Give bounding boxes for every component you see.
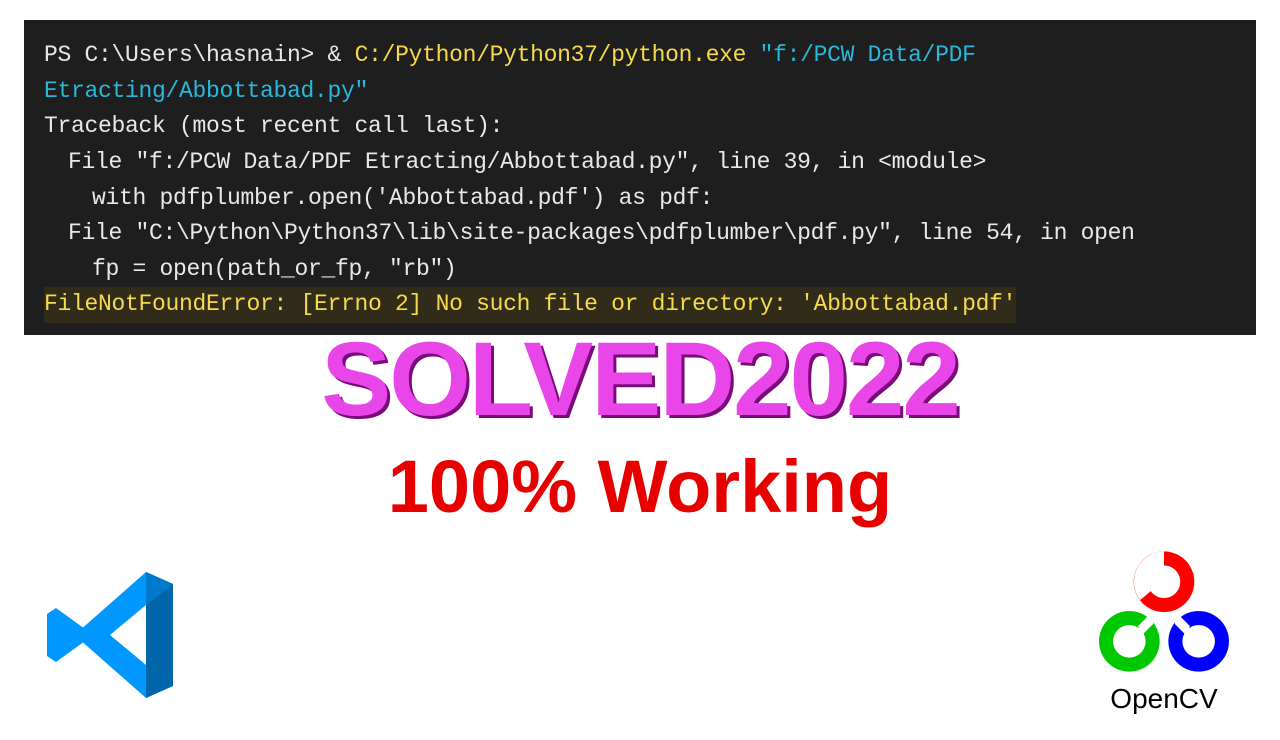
vscode-icon <box>38 560 188 710</box>
traceback-header: Traceback (most recent call last): <box>44 109 1236 145</box>
solved-headline: SOLVED2022 <box>0 327 1280 432</box>
traceback-code-2: fp = open(path_or_fp, "rb") <box>44 252 1236 288</box>
terminal-line-prompt: PS C:\Users\hasnain> & C:/Python/Python3… <box>44 38 1236 109</box>
filenotfound-error: FileNotFoundError: [Errno 2] No such fil… <box>44 287 1016 323</box>
working-headline: 100% Working <box>0 450 1280 524</box>
opencv-label: OpenCV <box>1084 683 1244 715</box>
terminal-output: PS C:\Users\hasnain> & C:/Python/Python3… <box>24 20 1256 335</box>
python-exe-path: C:/Python/Python37/python.exe <box>355 42 747 68</box>
traceback-code-1: with pdfplumber.open('Abbottabad.pdf') a… <box>44 181 1236 217</box>
prompt-prefix: PS C:\Users\hasnain> & <box>44 42 355 68</box>
traceback-file-2: File "C:\Python\Python37\lib\site-packag… <box>44 216 1236 252</box>
traceback-file-1: File "f:/PCW Data/PDF Etracting/Abbottab… <box>44 145 1236 181</box>
error-line-wrap: FileNotFoundError: [Errno 2] No such fil… <box>44 287 1236 323</box>
opencv-icon: OpenCV <box>1084 546 1244 715</box>
